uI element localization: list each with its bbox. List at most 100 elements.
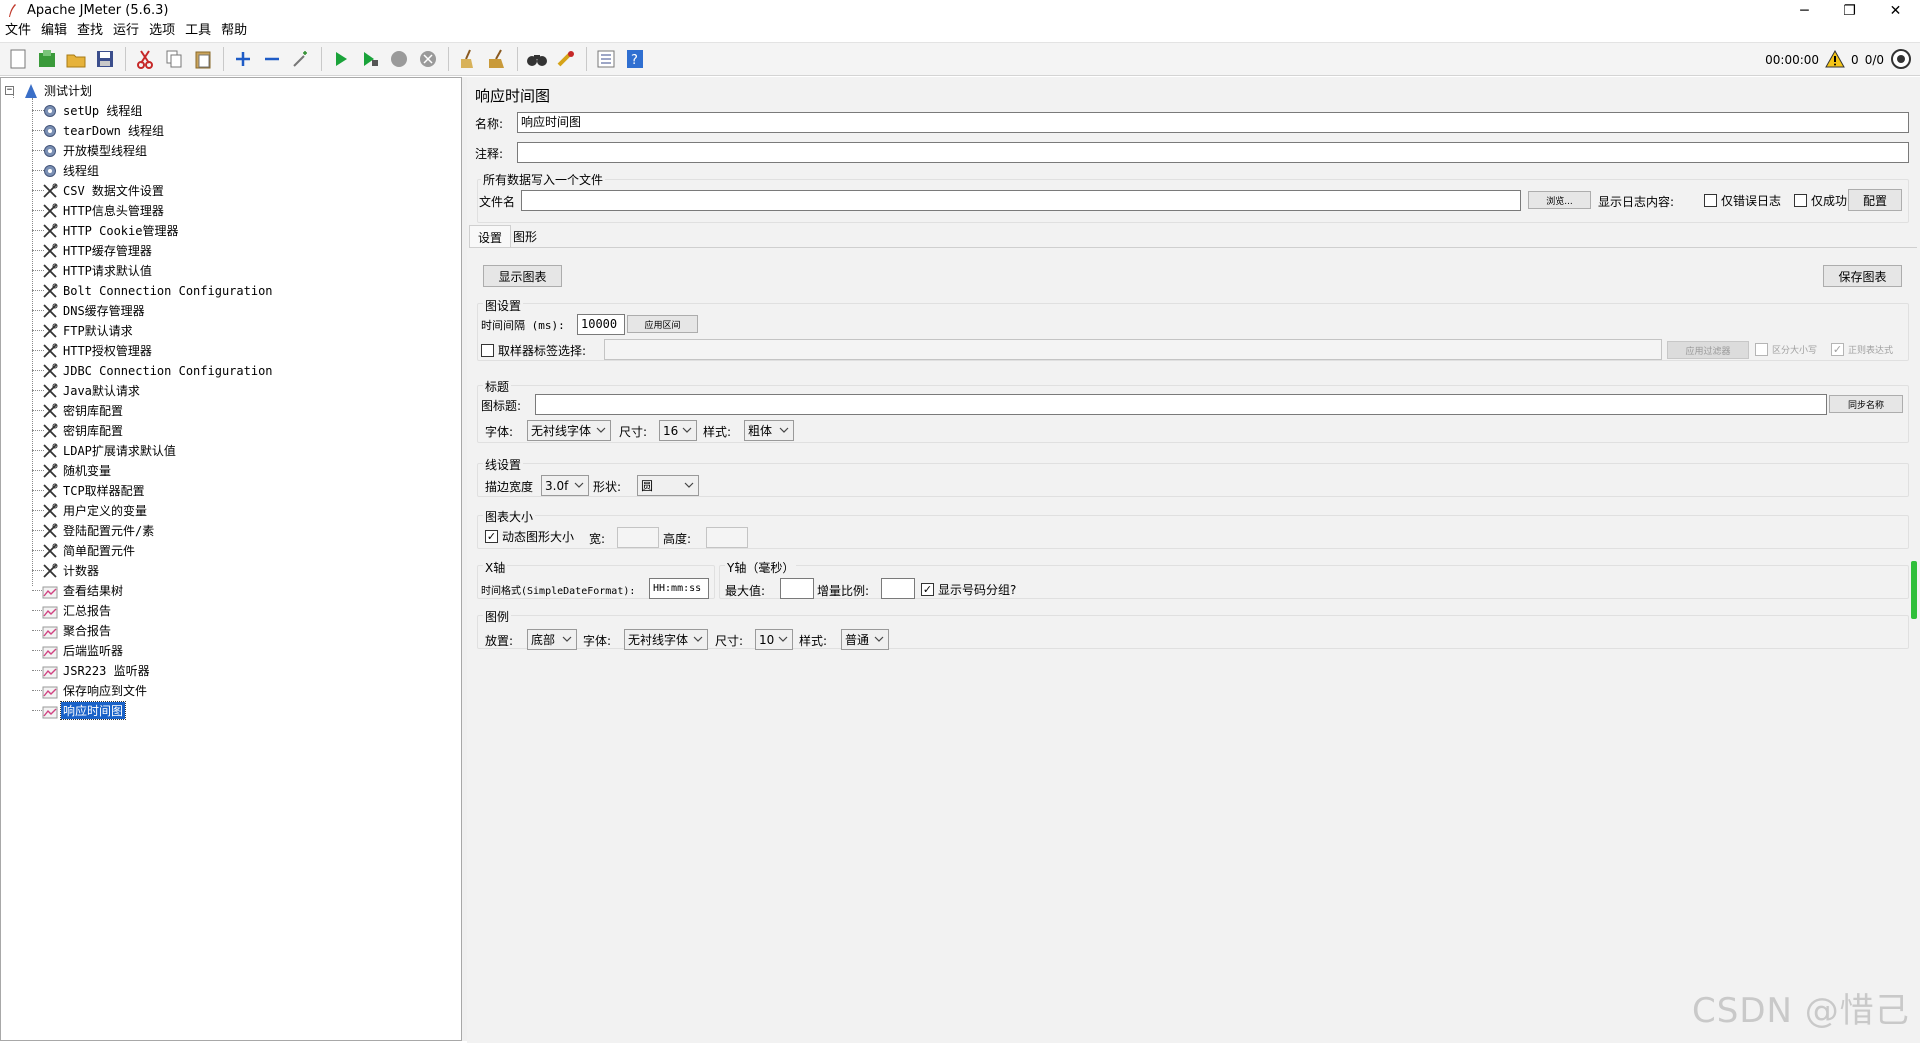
stop-icon[interactable] — [385, 45, 412, 73]
maximize-button[interactable]: ❐ — [1827, 0, 1872, 21]
tree-item[interactable]: 响应时间图 — [41, 701, 127, 720]
tree-item[interactable]: 密钥库配置 — [41, 421, 125, 440]
clear-broom-icon[interactable] — [454, 45, 481, 73]
sampler-filter-input[interactable] — [604, 339, 1662, 360]
number-grouping-checkbox[interactable]: ✓ 显示号码分组? — [921, 581, 1016, 598]
tree-item[interactable]: HTTP授权管理器 — [41, 341, 154, 360]
start-icon[interactable] — [327, 45, 354, 73]
clear-all-broom-icon[interactable] — [483, 45, 510, 73]
expand-plus-icon[interactable] — [229, 45, 256, 73]
title-size-select[interactable]: 16 — [659, 420, 697, 441]
tree-item[interactable]: 查看结果树 — [41, 581, 125, 600]
menu-tools[interactable]: 工具 — [180, 21, 216, 41]
stroke-width-select[interactable]: 3.0f — [541, 475, 589, 496]
tree-item[interactable]: CSV 数据文件设置 — [41, 181, 166, 200]
legend-placement-select[interactable]: 底部 — [527, 629, 577, 650]
legend-style-select[interactable]: 普通 — [841, 629, 889, 650]
graph-title-input[interactable] — [535, 394, 1827, 415]
tree-item[interactable]: HTTP Cookie管理器 — [41, 221, 180, 240]
menu-edit[interactable]: 编辑 — [36, 21, 72, 41]
regex-checkbox[interactable]: ✓ 正则表达式 — [1831, 343, 1893, 356]
tree-item[interactable]: 计数器 — [41, 561, 101, 580]
tree-item[interactable]: DNS缓存管理器 — [41, 301, 147, 320]
browse-button[interactable]: 浏览... — [1528, 191, 1591, 209]
tree-item[interactable]: 聚合报告 — [41, 621, 113, 640]
tab-graph[interactable]: 图形 — [505, 225, 545, 247]
sync-name-button[interactable]: 同步名称 — [1829, 395, 1903, 413]
shape-select[interactable]: 圆 — [637, 475, 699, 496]
tree-item[interactable]: 用户定义的变量 — [41, 501, 149, 520]
apply-filter-button[interactable]: 应用过滤器 — [1667, 341, 1749, 359]
tree-item[interactable]: 后端监听器 — [41, 641, 125, 660]
help-icon[interactable]: ? — [621, 45, 648, 73]
tree-item[interactable]: 汇总报告 — [41, 601, 113, 620]
shutdown-icon[interactable] — [414, 45, 441, 73]
menu-options[interactable]: 选项 — [144, 21, 180, 41]
dynamic-size-checkbox[interactable]: ✓ 动态图形大小 — [485, 528, 574, 545]
tree-item[interactable]: Java默认请求 — [41, 381, 142, 400]
y-max-input[interactable] — [780, 578, 814, 599]
tree-item[interactable]: HTTP缓存管理器 — [41, 241, 154, 260]
legend-font-select[interactable]: 无衬线字体 — [624, 629, 708, 650]
comment-input[interactable] — [517, 142, 1909, 163]
tree-item[interactable]: 登陆配置元件/素 — [41, 521, 156, 540]
templates-icon[interactable] — [33, 45, 60, 73]
reset-search-icon[interactable] — [552, 45, 579, 73]
cut-icon[interactable] — [131, 45, 158, 73]
title-style-select[interactable]: 粗体 — [744, 420, 794, 441]
search-binoculars-icon[interactable] — [523, 45, 550, 73]
tree-item[interactable]: TCP取样器配置 — [41, 481, 147, 500]
y-increment-input[interactable] — [881, 578, 915, 599]
menu-help[interactable]: 帮助 — [216, 21, 252, 41]
tree-item[interactable]: 随机变量 — [41, 461, 113, 480]
warning-icon[interactable] — [1825, 49, 1845, 71]
configure-button[interactable]: 配置 — [1848, 189, 1902, 211]
remote-status-icon[interactable] — [1890, 48, 1912, 73]
tree-root-node[interactable]: − 测试计划 — [5, 81, 94, 100]
tree-collapse-toggle[interactable]: − — [5, 86, 14, 95]
test-plan-tree[interactable]: − 测试计划 setUp 线程组 tearDown 线程组 开放模型线程组 线程组 CS… — [0, 77, 462, 1041]
tree-item[interactable]: setUp 线程组 — [41, 101, 144, 120]
name-input[interactable]: 响应时间图 — [517, 112, 1909, 133]
tree-item[interactable]: FTP默认请求 — [41, 321, 135, 340]
legend-size-select[interactable]: 10 — [755, 629, 793, 650]
open-icon[interactable] — [62, 45, 89, 73]
paste-icon[interactable] — [189, 45, 216, 73]
function-helper-icon[interactable] — [592, 45, 619, 73]
sampler-filter-checkbox[interactable]: 取样器标签选择: — [481, 342, 586, 359]
tree-item[interactable]: 密钥库配置 — [41, 401, 125, 420]
tree-item[interactable]: tearDown 线程组 — [41, 121, 166, 140]
interval-input[interactable]: 10000 — [577, 314, 625, 335]
save-graph-button[interactable]: 保存图表 — [1823, 265, 1902, 287]
close-button[interactable]: ✕ — [1873, 0, 1918, 21]
tree-item[interactable]: JSR223 监听器 — [41, 661, 152, 680]
menu-file[interactable]: 文件 — [0, 21, 36, 41]
tree-item[interactable]: JDBC Connection Configuration — [41, 361, 275, 380]
minimize-button[interactable]: ─ — [1782, 0, 1827, 21]
toggle-wand-icon[interactable] — [287, 45, 314, 73]
width-input[interactable] — [617, 527, 659, 548]
menu-search[interactable]: 查找 — [72, 21, 108, 41]
tree-item[interactable]: LDAP扩展请求默认值 — [41, 441, 178, 460]
menu-run[interactable]: 运行 — [108, 21, 144, 41]
tree-item[interactable]: 保存响应到文件 — [41, 681, 149, 700]
title-font-select[interactable]: 无衬线字体 — [527, 420, 611, 441]
new-icon[interactable] — [4, 45, 31, 73]
tree-item[interactable]: HTTP信息头管理器 — [41, 201, 166, 220]
start-no-pauses-icon[interactable] — [356, 45, 383, 73]
tree-item[interactable]: 开放模型线程组 — [41, 141, 149, 160]
date-format-input[interactable]: HH:mm:ss — [649, 578, 709, 599]
tree-item[interactable]: HTTP请求默认值 — [41, 261, 154, 280]
tree-item[interactable]: 线程组 — [41, 161, 101, 180]
copy-icon[interactable] — [160, 45, 187, 73]
tree-item[interactable]: Bolt Connection Configuration — [41, 281, 275, 300]
height-input[interactable] — [706, 527, 748, 548]
save-icon[interactable] — [91, 45, 118, 73]
scroll-indicator[interactable] — [1911, 561, 1917, 619]
errors-only-checkbox[interactable]: 仅错误日志 — [1704, 192, 1781, 209]
collapse-minus-icon[interactable] — [258, 45, 285, 73]
filename-input[interactable] — [521, 190, 1521, 211]
display-graph-button[interactable]: 显示图表 — [483, 265, 562, 287]
case-sensitive-checkbox[interactable]: 区分大小写 — [1755, 343, 1817, 356]
tree-item[interactable]: 简单配置元件 — [41, 541, 137, 560]
